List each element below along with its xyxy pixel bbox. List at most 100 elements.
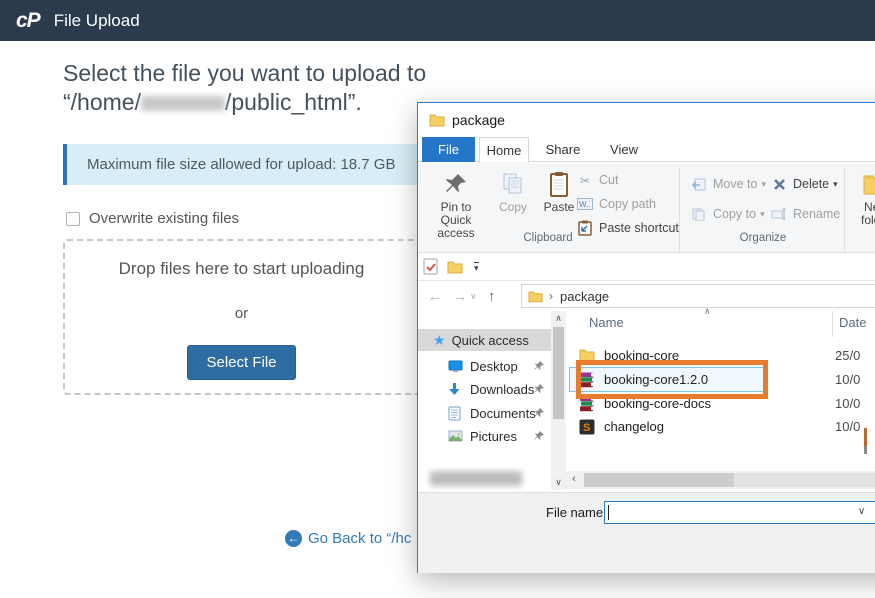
- scissors-icon: ✂: [576, 173, 594, 188]
- quick-access-toolbar: ▾: [418, 253, 875, 281]
- go-back-link-label: Go Back to “/hc: [308, 530, 411, 547]
- up-arrow-icon[interactable]: ↑: [484, 288, 500, 305]
- rar-archive-icon: [579, 372, 595, 388]
- forward-arrow-icon[interactable]: →: [452, 288, 468, 305]
- overwrite-checkbox[interactable]: [66, 212, 80, 226]
- hscrollbar-track[interactable]: [584, 473, 875, 487]
- nav-item-documents[interactable]: Documents: [418, 402, 551, 424]
- cut-label: Cut: [599, 173, 618, 187]
- upload-heading-line1: Select the file you want to upload to: [63, 60, 426, 86]
- desktop-icon: [448, 360, 464, 373]
- qat-customize-caret-icon[interactable]: ▾: [474, 262, 479, 272]
- circle-back-arrow-icon: ←: [285, 530, 302, 547]
- delete-label: Delete: [793, 177, 829, 191]
- file-dropzone[interactable]: Drop files here to start uploading or Se…: [63, 239, 420, 395]
- file-row-changelog[interactable]: S changelog: [570, 415, 875, 438]
- move-to-button[interactable]: Move to ▾: [690, 173, 766, 195]
- window-folder-icon: [429, 113, 445, 127]
- file-name-label: File name:: [546, 505, 607, 520]
- dialog-footer: File name: ∨: [418, 492, 875, 573]
- file-name-combo-caret-icon[interactable]: ∨: [858, 506, 865, 517]
- file-list-horizontal-scrollbar[interactable]: ‹: [566, 471, 875, 489]
- overwrite-option[interactable]: Overwrite existing files: [66, 210, 239, 227]
- pushpin-icon: [424, 167, 488, 201]
- cpanel-logo: cP: [16, 9, 40, 33]
- explorer-titlebar[interactable]: package: [418, 103, 875, 137]
- select-file-button[interactable]: Select File: [187, 345, 295, 380]
- downloads-label: Downloads: [470, 382, 534, 397]
- pin-to-quick-access-button[interactable]: Pin to Quick access: [424, 167, 488, 240]
- documents-pin-icon: [534, 407, 545, 418]
- file-name: booking-core-docs: [604, 396, 711, 411]
- hscrollbar-thumb[interactable]: [584, 473, 734, 487]
- desktop-pin-icon: [534, 360, 545, 371]
- address-bar-row: ← → ∨ ↑ › package: [418, 281, 875, 311]
- dropzone-or: or: [65, 305, 418, 322]
- go-back-link[interactable]: ← Go Back to “/hc: [285, 530, 411, 547]
- move-to-icon: [690, 178, 708, 191]
- copy-to-button[interactable]: Copy to ▾: [690, 203, 765, 225]
- scrollbar-thumb[interactable]: [553, 327, 564, 419]
- scroll-down-icon[interactable]: ∨: [551, 475, 566, 490]
- scroll-left-icon[interactable]: ‹: [566, 471, 582, 489]
- column-header-name[interactable]: Name: [589, 315, 624, 330]
- nav-item-downloads[interactable]: Downloads: [418, 378, 551, 400]
- organize-group-label: Organize: [693, 232, 833, 244]
- downloads-icon: [448, 382, 464, 396]
- svg-text:W..: W..: [579, 200, 591, 209]
- navigation-pane: ★ Quick access Desktop Downloads: [418, 311, 551, 490]
- pictures-icon: [448, 430, 464, 442]
- file-name: booking-core: [604, 348, 679, 363]
- tab-home[interactable]: Home: [479, 137, 529, 163]
- sublime-text-file-icon: S: [579, 419, 595, 435]
- upload-path-prefix: “/home/: [63, 89, 141, 115]
- quick-access-star-icon: ★: [433, 332, 446, 349]
- back-arrow-icon[interactable]: ←: [427, 288, 443, 305]
- file-row-booking-core-1-2-0[interactable]: booking-core1.2.0: [570, 368, 764, 391]
- breadcrumb-current-folder[interactable]: package: [560, 289, 609, 304]
- svg-text:S: S: [583, 422, 590, 434]
- nav-item-quick-access[interactable]: ★ Quick access: [418, 329, 551, 351]
- file-date: 10/0: [835, 372, 875, 387]
- tab-file[interactable]: File: [422, 137, 475, 162]
- tab-view[interactable]: View: [598, 137, 650, 162]
- nav-item-desktop[interactable]: Desktop: [418, 355, 551, 377]
- column-header-date[interactable]: Date: [839, 315, 866, 330]
- move-to-dropdown-caret: ▾: [761, 179, 766, 190]
- copy-path-button[interactable]: W.. Copy path: [576, 193, 656, 215]
- clipboard-group-label: Clipboard: [478, 232, 618, 244]
- file-row-booking-core-docs[interactable]: booking-core-docs: [570, 392, 875, 415]
- file-row-booking-core[interactable]: booking-core: [570, 344, 875, 367]
- copy-icon: [492, 167, 534, 201]
- copy-button[interactable]: Copy: [492, 167, 534, 214]
- cpanel-header-bar: cP File Upload: [0, 0, 875, 41]
- documents-icon: [448, 406, 464, 421]
- rename-button[interactable]: Rename: [770, 203, 840, 225]
- scroll-up-icon[interactable]: ∧: [551, 311, 566, 326]
- qat-folder-icon[interactable]: [447, 260, 463, 274]
- address-bar[interactable]: › package: [521, 284, 875, 308]
- new-folder-button[interactable]: New folder: [850, 167, 875, 227]
- file-name: booking-core1.2.0: [604, 372, 708, 387]
- dropzone-title: Drop files here to start uploading: [65, 259, 418, 279]
- rename-icon: [770, 208, 788, 220]
- new-folder-label-line2: folder: [850, 214, 875, 227]
- move-to-label: Move to: [713, 177, 757, 191]
- navigation-scrollbar[interactable]: ∧ ∨: [551, 311, 566, 490]
- copy-path-label: Copy path: [599, 197, 656, 211]
- pictures-pin-icon: [534, 430, 545, 441]
- file-name-input[interactable]: [604, 501, 875, 524]
- page-title: File Upload: [54, 11, 140, 31]
- window-title: package: [452, 112, 505, 128]
- nav-item-pictures[interactable]: Pictures: [418, 425, 551, 447]
- delete-button[interactable]: Delete ▾: [770, 173, 838, 195]
- tab-share[interactable]: Share: [536, 137, 590, 162]
- text-caret: [608, 505, 609, 520]
- properties-doc-icon[interactable]: [423, 258, 438, 275]
- column-separator[interactable]: [832, 311, 833, 337]
- cut-button[interactable]: ✂ Cut: [576, 169, 618, 191]
- file-date: 25/0: [835, 348, 875, 363]
- file-explorer-window: package File Home Share View Pin to Quic…: [417, 102, 875, 573]
- recent-locations-caret-icon[interactable]: ∨: [470, 291, 477, 302]
- copy-path-icon: W..: [576, 198, 594, 210]
